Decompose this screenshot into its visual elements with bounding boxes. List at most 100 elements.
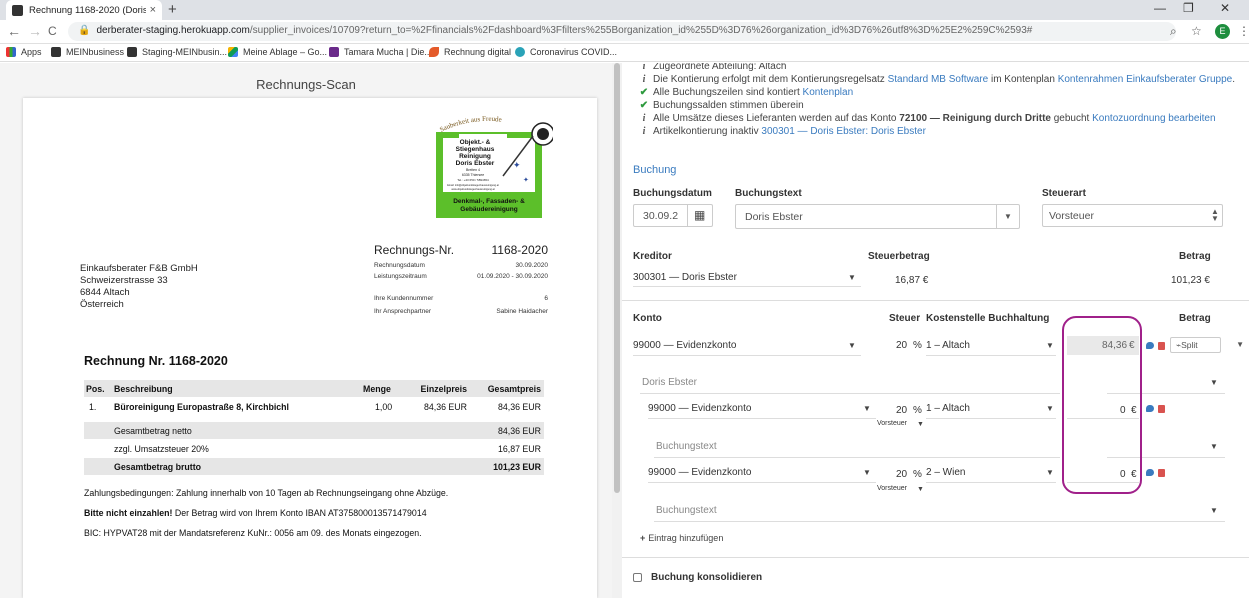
chevron-down-icon[interactable]: ▼	[1046, 341, 1054, 350]
booking-date-field[interactable]: 30.09.2 ▦	[633, 204, 713, 227]
field-underline	[654, 521, 1225, 522]
tax-type-select[interactable]: Vorsteuer	[877, 420, 907, 427]
bookmark-covid[interactable]: Coronavirus COVID...	[515, 47, 617, 57]
bookmark-staging[interactable]: Staging-MEINbusin...	[127, 47, 227, 57]
line-text-field[interactable]: Buchungstext	[656, 441, 717, 452]
tax-label: Steuer	[889, 313, 921, 324]
add-entry-button[interactable]: + Eintrag hinzufügen	[640, 533, 723, 543]
section-title: Buchung	[633, 164, 677, 176]
account-select[interactable]: 99000 — Evidenzkonto	[648, 403, 751, 414]
ruleset-link[interactable]: Standard MB Software	[888, 74, 989, 85]
chevron-down-icon[interactable]: ▼	[1210, 378, 1218, 387]
meta-key: Ihr Ansprechpartner	[374, 308, 432, 315]
forward-button[interactable]: →	[28, 23, 42, 39]
edit-account-assignment-link[interactable]: Kontozuordnung bearbeiten	[1092, 113, 1215, 124]
percent-sign: %	[913, 340, 922, 351]
scan-scrollbar[interactable]	[612, 63, 622, 598]
bookmark-drive[interactable]: Meine Ablage – Go...	[228, 47, 327, 57]
column-header: Menge	[363, 384, 391, 394]
comment-icon[interactable]	[1146, 405, 1154, 412]
bookmark-star-icon[interactable]: ☆	[1191, 24, 1202, 38]
logo-line: Tel.: +43 650 / 5894654	[457, 178, 489, 182]
tax-rate-value[interactable]: 20	[896, 340, 907, 351]
new-tab-button[interactable]: +	[168, 1, 177, 18]
percent-sign: %	[913, 469, 922, 480]
trash-icon[interactable]	[1158, 405, 1165, 413]
account-select[interactable]: 99000 — Evidenzkonto	[633, 340, 736, 351]
add-entry-label: Eintrag hinzufügen	[648, 533, 724, 543]
logo-line: Breiten 4	[466, 168, 480, 172]
logo-line: Objekt.- &	[460, 139, 491, 146]
tax-type-select[interactable]: Vorsteuer	[877, 485, 907, 492]
invoice-meta-row: Leistungszeitraum 01.09.2020 - 30.09.2020	[374, 273, 548, 280]
tax-type-value: Vorsteuer	[1049, 210, 1094, 222]
chevron-down-icon[interactable]: ▼	[863, 468, 871, 477]
calendar-icon[interactable]: ▦	[694, 208, 705, 222]
chart-of-accounts-link[interactable]: Kontenrahmen Einkaufsberater Gruppe	[1058, 74, 1233, 85]
tax-type-select[interactable]: Vorsteuer ▲ ▼	[1042, 204, 1223, 227]
bookmark-meinbusiness[interactable]: MEINbusiness	[51, 47, 124, 57]
browser-tab[interactable]: Rechnung 1168-2020 (Doris Ebster) ×	[6, 0, 162, 20]
comment-icon[interactable]	[1146, 342, 1154, 349]
plus-icon: +	[640, 533, 646, 543]
url-field[interactable]: 🔒 derberater-staging.herokuapp.com/suppli…	[68, 22, 1176, 41]
tab-close-icon[interactable]: ×	[150, 4, 156, 16]
zoom-icon[interactable]: ⌕	[1170, 24, 1177, 39]
bookmark-rechnung-digital[interactable]: Rechnung digital	[429, 47, 511, 57]
account-select[interactable]: 99000 — Evidenzkonto	[648, 467, 751, 478]
amount-label: Betrag	[1179, 251, 1211, 262]
consolidate-checkbox[interactable]	[633, 573, 642, 582]
profile-avatar[interactable]: E	[1215, 24, 1230, 39]
chevron-down-icon[interactable]: ▼	[863, 404, 871, 413]
chevron-down-icon[interactable]: ▼	[848, 273, 856, 282]
tax-rate-value[interactable]: 20	[896, 405, 907, 416]
line-text-field[interactable]: Doris Ebster	[642, 377, 697, 388]
svg-text:✦: ✦	[513, 160, 521, 170]
info-text: Artikelkontierung inaktiv	[653, 126, 762, 137]
chevron-down-icon[interactable]: ▼	[1210, 442, 1218, 451]
chevron-down-icon[interactable]: ▼	[1236, 340, 1244, 349]
total-label: Gesamtbetrag netto	[114, 426, 192, 436]
site-icon	[329, 47, 339, 57]
minimize-button[interactable]: —	[1154, 1, 1166, 15]
trash-icon[interactable]	[1158, 342, 1165, 350]
chevron-down-icon[interactable]: ▼	[917, 486, 924, 493]
back-button[interactable]: ←	[7, 23, 21, 39]
chevron-down-icon[interactable]: ▼	[917, 421, 924, 428]
bookmark-tamara[interactable]: Tamara Mucha | Die...	[329, 47, 432, 57]
chevron-down-icon[interactable]: ▼	[1004, 212, 1012, 221]
article-account-link[interactable]: 300301 — Doris Ebster: Doris Ebster	[761, 126, 926, 137]
line-text-field[interactable]: Buchungstext	[656, 505, 717, 516]
comment-icon[interactable]	[1146, 469, 1154, 476]
booking-text-field[interactable]: Doris Ebster ▼	[735, 204, 1020, 229]
chevron-down-icon[interactable]: ▼	[1046, 404, 1054, 413]
restore-button[interactable]: ❐	[1183, 1, 1194, 15]
field-underline	[633, 286, 861, 287]
reload-button[interactable]: C	[48, 24, 57, 38]
recipient-line: 6844 Altach	[80, 287, 130, 298]
cost-center-select[interactable]: 1 – Altach	[926, 340, 970, 351]
cost-center-select[interactable]: 1 – Altach	[926, 403, 970, 414]
cell-pos: 1.	[89, 402, 97, 412]
close-window-button[interactable]: ✕	[1220, 1, 1230, 15]
booking-date-value: 30.09.2	[643, 210, 679, 222]
chevron-down-icon[interactable]: ▼	[848, 341, 856, 350]
tax-rate-value[interactable]: 20	[896, 469, 907, 480]
trash-icon[interactable]	[1158, 469, 1165, 477]
bookmark-label: Tamara Mucha | Die...	[344, 47, 432, 57]
logo-bottom-line: Denkmal-, Fassaden- &	[453, 198, 525, 205]
chevron-down-icon[interactable]: ▼	[1210, 506, 1218, 515]
creditor-select[interactable]: 300301 — Doris Ebster	[633, 272, 737, 283]
total-value: 16,87 EUR	[497, 444, 541, 454]
cost-center-select[interactable]: 2 – Wien	[926, 467, 965, 478]
scrollbar-thumb[interactable]	[614, 63, 620, 493]
bookmark-apps[interactable]: Apps	[6, 47, 42, 57]
chevron-down-icon[interactable]: ▼	[1046, 468, 1054, 477]
bookmark-label: Rechnung digital	[444, 47, 512, 57]
split-button[interactable]: ⌁Split ▼	[1170, 337, 1244, 353]
account-label: Konto	[633, 313, 662, 324]
column-header: Einzelpreis	[420, 384, 467, 394]
menu-dots-icon[interactable]: ⋮	[1238, 24, 1249, 38]
bookmark-label: Staging-MEINbusin...	[142, 47, 228, 57]
kontenplan-link[interactable]: Kontenplan	[803, 87, 854, 98]
